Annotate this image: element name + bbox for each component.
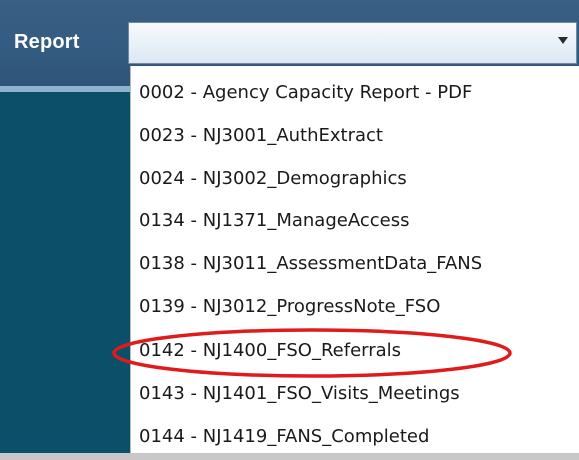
dropdown-item-0002[interactable]: 0002 - Agency Capacity Report - PDF <box>139 79 472 107</box>
dropdown-item-0134[interactable]: 0134 - NJ1371_ManageAccess <box>139 207 409 235</box>
dropdown-item-0024[interactable]: 0024 - NJ3002_Demographics <box>139 165 407 193</box>
dropdown-item-0142[interactable]: 0142 - NJ1400_FSO_Referrals <box>139 337 401 365</box>
left-panel <box>0 92 130 453</box>
report-screen: Report 0002 - Agency Capacity Report - P… <box>0 0 579 460</box>
dropdown-item-0023[interactable]: 0023 - NJ3001_AuthExtract <box>139 122 383 150</box>
report-select[interactable] <box>128 22 577 64</box>
chevron-down-icon[interactable] <box>558 37 568 44</box>
bottom-strip <box>0 453 579 460</box>
report-label: Report <box>14 31 80 53</box>
dropdown-item-0139[interactable]: 0139 - NJ3012_ProgressNote_FSO <box>139 293 440 321</box>
dropdown-item-0138[interactable]: 0138 - NJ3011_AssessmentData_FANS <box>139 250 482 278</box>
report-dropdown-list[interactable]: 0002 - Agency Capacity Report - PDF 0023… <box>130 66 579 453</box>
dropdown-item-0143[interactable]: 0143 - NJ1401_FSO_Visits_Meetings <box>139 380 460 408</box>
dropdown-item-0144[interactable]: 0144 - NJ1419_FANS_Completed <box>139 423 429 451</box>
